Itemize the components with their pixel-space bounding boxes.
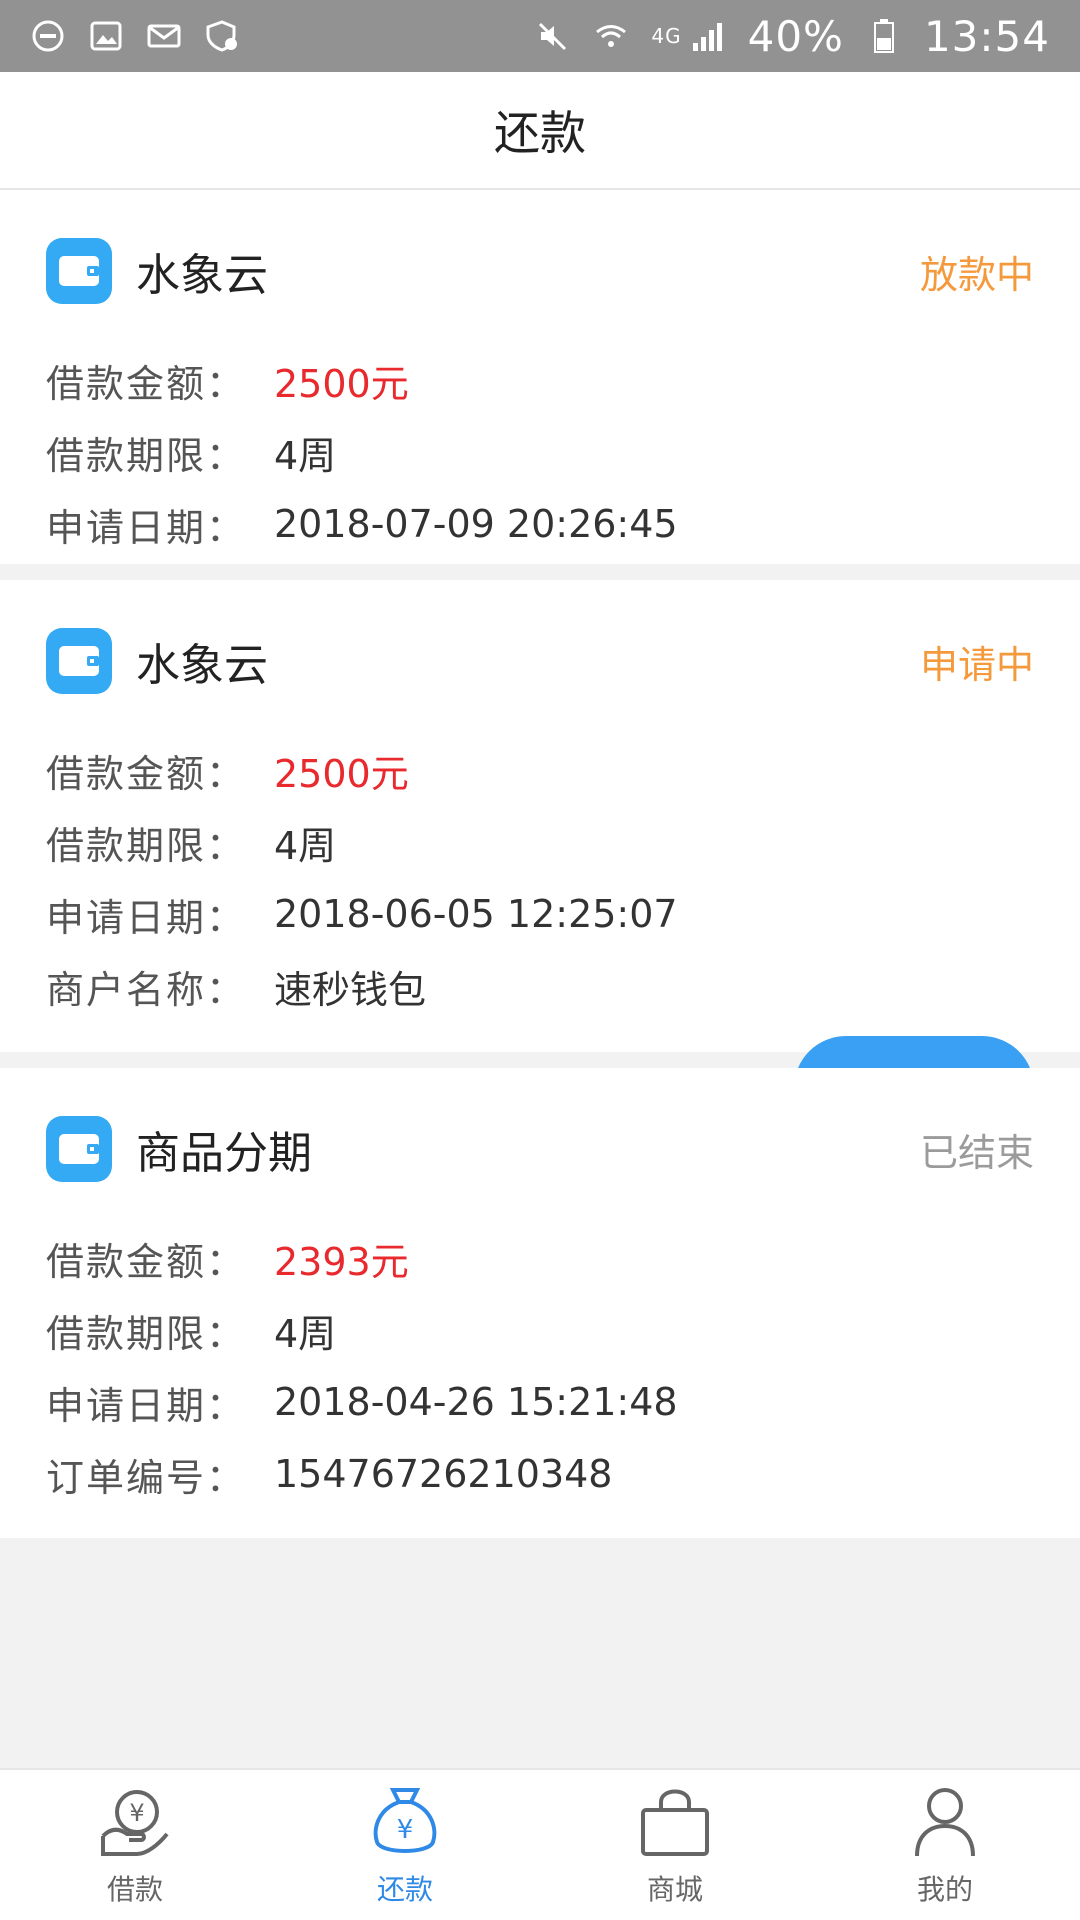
detail-row-order: 订单编号： 15476726210348: [46, 1438, 1034, 1510]
svg-text:¥: ¥: [129, 1799, 144, 1827]
detail-label: 借款金额：: [46, 361, 247, 406]
loan-amount: 2500元: [274, 751, 409, 796]
loan-card-details: 借款金额： 2500元 借款期限： 4周 申请日期： 2018-06-05 12…: [46, 734, 1034, 1022]
tab-label: 商城: [646, 1873, 703, 1906]
loan-card-title-group: 商品分期: [46, 1116, 312, 1182]
detail-row-date: 申请日期： 2018-04-26 15:21:48: [46, 1366, 1034, 1438]
detail-row-date: 申请日期： 2018-06-05 12:25:07: [46, 878, 1034, 950]
detail-row-date: 申请日期： 2018-07-09 20:26:45: [46, 488, 1034, 560]
tab-label: 我的: [916, 1873, 973, 1906]
status-bar-left: [30, 18, 240, 54]
do-not-disturb-icon: [30, 18, 66, 54]
wallet-icon: [46, 628, 112, 694]
detail-row-amount: 借款金额： 2393元: [46, 1222, 1034, 1294]
person-icon: [905, 1782, 985, 1862]
detail-label: 订单编号：: [46, 1455, 247, 1500]
loan-card[interactable]: 水象云 放款中 借款金额： 2500元 借款期限： 4周 申请日期： 2018-…: [0, 190, 1080, 622]
hand-yen-icon: ¥: [95, 1782, 175, 1862]
mute-icon: [535, 18, 571, 54]
loan-term: 4周: [274, 433, 337, 478]
loan-card-header: 水象云 放款中: [46, 238, 1034, 304]
detail-row-amount: 借款金额： 2500元: [46, 344, 1034, 416]
loan-card-title: 水象云: [136, 250, 268, 301]
detail-label: 商户名称：: [46, 967, 247, 1012]
detail-row-term: 借款期限： 4周: [46, 416, 1034, 488]
status-bar-right: 4G 40% 13:54: [535, 12, 1050, 61]
signal-icon: [690, 18, 726, 54]
money-bag-yen-icon: ¥: [365, 1782, 445, 1862]
status-badge: 已结束: [919, 1130, 1034, 1175]
bottom-tab-bar: ¥ 借款 ¥ 还款 商城 我的: [0, 1768, 1080, 1920]
status-badge: 申请中: [919, 642, 1034, 687]
detail-label: 申请日期：: [46, 895, 247, 940]
status-badge: 放款中: [919, 252, 1034, 297]
detail-label: 借款期限：: [46, 1311, 247, 1356]
detail-label: 借款期限：: [46, 433, 247, 478]
apply-date: 2018-06-05 12:25:07: [274, 892, 678, 936]
merchant-name: 速秒钱包: [274, 967, 427, 1012]
tab-mall[interactable]: 商城: [540, 1770, 810, 1920]
wifi-icon: [593, 18, 629, 54]
loan-card[interactable]: 水象云 申请中 借款金额： 2500元 借款期限： 4周 申请日期： 2018-…: [0, 580, 1080, 1140]
tab-borrow[interactable]: ¥ 借款: [0, 1770, 270, 1920]
loan-card-title-group: 水象云: [46, 238, 268, 304]
shopping-bag-icon: [635, 1782, 715, 1862]
loan-card-details: 借款金额： 2393元 借款期限： 4周 申请日期： 2018-04-26 15…: [46, 1222, 1034, 1510]
clock: 13:54: [923, 11, 1050, 61]
status-bar: 4G 40% 13:54: [0, 0, 1080, 72]
detail-row-term: 借款期限： 4周: [46, 1294, 1034, 1366]
order-number: 15476726210348: [274, 1452, 613, 1496]
battery-icon: [866, 18, 902, 54]
wallet-icon: [46, 238, 112, 304]
svg-text:¥: ¥: [397, 1815, 414, 1845]
gallery-icon: [88, 18, 124, 54]
tab-label: 借款: [106, 1873, 163, 1906]
loan-card[interactable]: 商品分期 已结束 借款金额： 2393元 借款期限： 4周 申请日期： 2018…: [0, 1068, 1080, 1538]
apply-date: 2018-04-26 15:21:48: [274, 1380, 678, 1424]
page-header: 还款: [0, 72, 1080, 190]
loan-card-title: 水象云: [136, 640, 268, 691]
loan-list[interactable]: 水象云 放款中 借款金额： 2500元 借款期限： 4周 申请日期： 2018-…: [0, 190, 1080, 1768]
mail-icon: [146, 18, 182, 54]
detail-row-merchant: 商户名称： 速秒钱包: [46, 950, 1034, 1022]
battery-percent: 40%: [747, 11, 844, 61]
loan-amount: 2500元: [274, 361, 409, 406]
wallet-icon: [46, 1116, 112, 1182]
tab-label: 还款: [376, 1873, 433, 1906]
apply-date: 2018-07-09 20:26:45: [274, 502, 678, 546]
detail-row-term: 借款期限： 4周: [46, 806, 1034, 878]
page-title: 还款: [494, 106, 586, 160]
network-type: 4G: [651, 24, 682, 48]
detail-label: 借款期限：: [46, 823, 247, 868]
loan-card-header: 商品分期 已结束: [46, 1116, 1034, 1182]
detail-label: 借款金额：: [46, 1239, 247, 1284]
shield-notification-icon: [204, 18, 240, 54]
detail-row-amount: 借款金额： 2500元: [46, 734, 1034, 806]
tab-mine[interactable]: 我的: [810, 1770, 1080, 1920]
detail-label: 借款金额：: [46, 751, 247, 796]
loan-card-header: 水象云 申请中: [46, 628, 1034, 694]
tab-repay[interactable]: ¥ 还款: [270, 1770, 540, 1920]
loan-amount: 2393元: [274, 1239, 409, 1284]
loan-card-title: 商品分期: [136, 1128, 312, 1179]
loan-term: 4周: [274, 1311, 337, 1356]
loan-term: 4周: [274, 823, 337, 868]
loan-card-title-group: 水象云: [46, 628, 268, 694]
detail-label: 申请日期：: [46, 505, 247, 550]
detail-label: 申请日期：: [46, 1383, 247, 1428]
